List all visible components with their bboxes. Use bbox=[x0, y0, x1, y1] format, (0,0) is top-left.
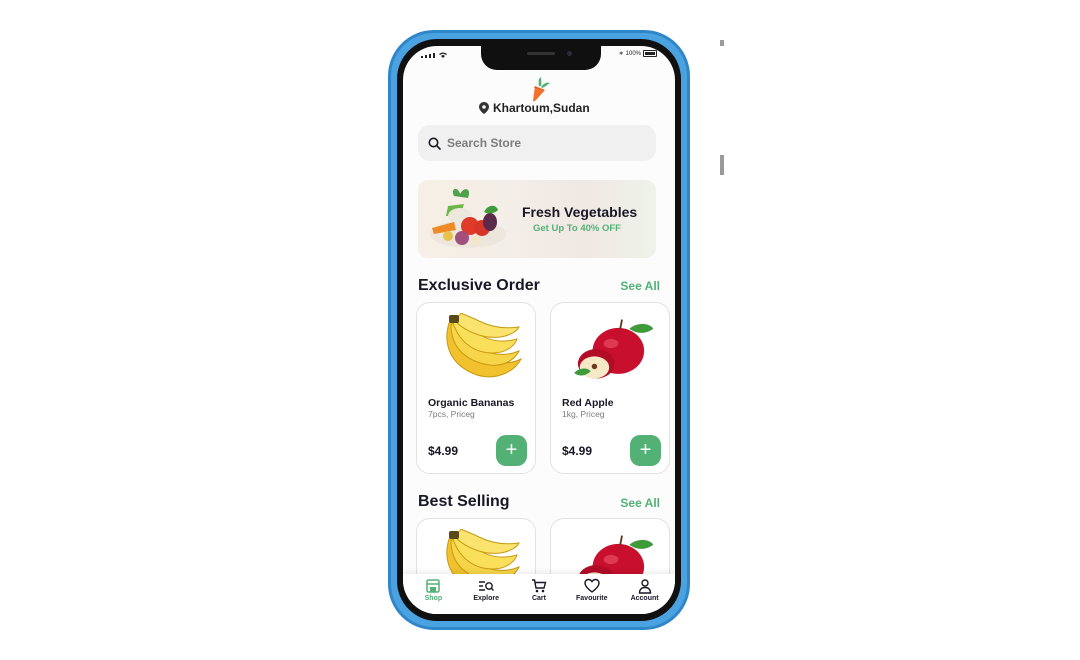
best-selling-title: Best Selling bbox=[418, 493, 510, 510]
app-screen: ∗ 100% Khartoum,Sudan Search Store Fresh… bbox=[403, 46, 675, 614]
wifi-icon bbox=[439, 52, 447, 58]
signal-icon bbox=[421, 52, 447, 58]
tab-cart[interactable]: Cart bbox=[514, 574, 564, 614]
bottom-tab-bar: Shop Explore Cart Favourite Account bbox=[403, 574, 675, 614]
location-selector[interactable]: Khartoum,Sudan bbox=[479, 101, 590, 115]
edge-artifact bbox=[720, 40, 724, 46]
apple-image bbox=[573, 318, 655, 380]
battery-percent: 100% bbox=[625, 50, 641, 57]
location-label: Khartoum,Sudan bbox=[493, 101, 590, 115]
phone-bezel: ∗ 100% Khartoum,Sudan Search Store Fresh… bbox=[397, 39, 681, 621]
vegetables-image bbox=[430, 188, 506, 248]
tab-label: Cart bbox=[531, 595, 546, 602]
tab-label: Shop bbox=[424, 595, 443, 602]
product-price: $4.99 bbox=[562, 444, 593, 458]
cart-icon bbox=[531, 579, 547, 593]
carrot-logo-icon bbox=[533, 77, 550, 102]
product-card-bananas[interactable]: Organic Bananas 7pcs, Priceg $4.99 + bbox=[416, 302, 536, 474]
tab-label: Favourite bbox=[576, 595, 608, 602]
location-pin-icon bbox=[479, 102, 489, 114]
banner-title: Fresh Vegetables bbox=[522, 204, 638, 220]
search-icon bbox=[428, 137, 441, 150]
phone-frame: ∗ 100% Khartoum,Sudan Search Store Fresh… bbox=[388, 30, 690, 630]
see-all-best-selling-link[interactable]: See All bbox=[620, 496, 660, 510]
add-to-cart-button[interactable]: + bbox=[496, 435, 527, 466]
heart-icon bbox=[584, 578, 600, 593]
tab-label: Account bbox=[630, 595, 659, 602]
product-price: $4.99 bbox=[428, 444, 459, 458]
product-card-apple[interactable]: Red Apple 1kg, Priceg $4.99 + bbox=[550, 302, 670, 474]
search-bar[interactable] bbox=[418, 125, 656, 161]
tab-label: Explore bbox=[473, 595, 500, 602]
tab-account[interactable]: Account bbox=[620, 574, 670, 614]
product-name: Red Apple bbox=[562, 397, 614, 409]
bluetooth-icon: ∗ bbox=[618, 51, 624, 57]
search-input[interactable] bbox=[447, 136, 627, 150]
tab-explore[interactable]: Explore bbox=[461, 574, 511, 614]
account-icon bbox=[638, 579, 651, 594]
battery-icon bbox=[643, 50, 657, 57]
product-detail: 1kg, Priceg bbox=[562, 409, 605, 419]
exclusive-order-title: Exclusive Order bbox=[418, 277, 540, 294]
product-name: Organic Bananas bbox=[428, 397, 515, 409]
banana-image bbox=[446, 313, 522, 378]
speaker-grille bbox=[527, 52, 555, 55]
add-to-cart-button[interactable]: + bbox=[630, 435, 661, 466]
explore-icon bbox=[479, 581, 495, 591]
tab-favourite[interactable]: Favourite bbox=[567, 574, 617, 614]
status-right: ∗ 100% bbox=[619, 50, 657, 57]
banner-subtitle: Get Up To 40% OFF bbox=[533, 223, 621, 234]
see-all-exclusive-link[interactable]: See All bbox=[620, 279, 660, 293]
shop-icon bbox=[426, 579, 441, 593]
front-camera bbox=[567, 51, 572, 56]
product-detail: 7pcs, Priceg bbox=[428, 409, 475, 419]
promo-banner[interactable]: Fresh Vegetables Get Up To 40% OFF bbox=[418, 180, 656, 258]
tab-shop[interactable]: Shop bbox=[408, 574, 458, 614]
phone-notch bbox=[481, 46, 601, 70]
edge-artifact bbox=[720, 155, 724, 175]
